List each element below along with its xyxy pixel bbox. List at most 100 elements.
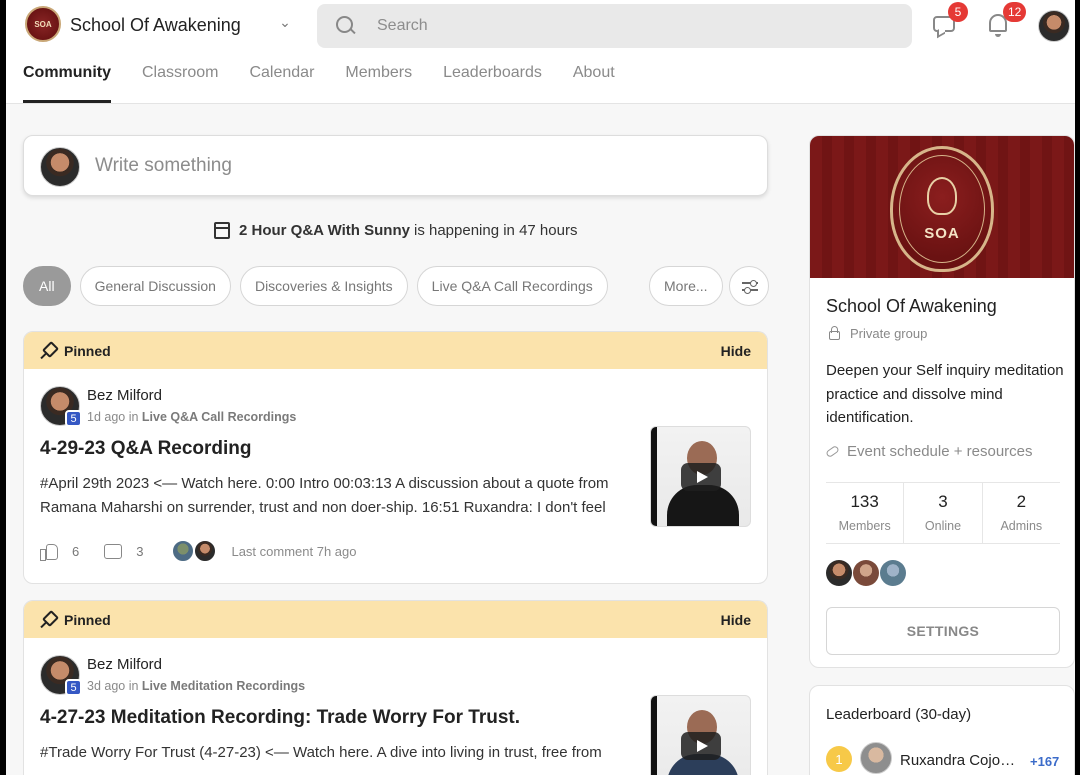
member-avatar[interactable] <box>853 560 879 586</box>
tab-calendar[interactable]: Calendar <box>249 64 314 103</box>
author-name[interactable]: Bez Milford <box>87 387 162 404</box>
stat-members[interactable]: 133 Members <box>826 483 905 543</box>
event-time: is happening in 47 hours <box>413 222 578 239</box>
app-frame: SOA School Of Awakening ⌄ 5 12 Community… <box>6 0 1075 775</box>
last-comment: Last comment 7h ago <box>231 543 357 559</box>
search-input[interactable] <box>377 17 877 35</box>
post-composer[interactable]: Write something <box>23 135 768 196</box>
post-body: #Trade Worry For Trust (4-27-23) <— Watc… <box>40 744 602 761</box>
category-filters: All General Discussion Discoveries & Ins… <box>23 266 617 306</box>
chip-discoveries-insights[interactable]: Discoveries & Insights <box>239 266 408 306</box>
comment-icon[interactable] <box>104 543 123 559</box>
nav-tabs: Community Classroom Calendar Members Lea… <box>23 64 646 103</box>
pinned-bar: Pinned Hide <box>24 332 767 369</box>
composer-avatar <box>40 147 80 187</box>
post-meta: 1d ago in Live Q&A Call Recordings <box>87 410 296 424</box>
sliders-icon-line <box>742 287 758 294</box>
video-thumbnail[interactable] <box>650 426 751 527</box>
event-title[interactable]: 2 Hour Q&A With Sunny <box>239 222 410 239</box>
pinned-label: Pinned <box>64 342 111 359</box>
post-actions: 6 3 Last comment 7h ago <box>40 539 357 563</box>
post-category[interactable]: Live Meditation Recordings <box>142 679 305 693</box>
member-avatar[interactable] <box>826 560 852 586</box>
search-bar[interactable] <box>317 4 912 48</box>
post-category[interactable]: Live Q&A Call Recordings <box>142 410 296 424</box>
play-icon[interactable] <box>681 463 721 491</box>
chip-general-discussion[interactable]: General Discussion <box>79 266 231 306</box>
comment-count: 3 <box>136 543 144 559</box>
stat-label: Members <box>838 519 891 533</box>
meditation-icon <box>927 177 957 215</box>
logo-text: SOA <box>34 19 52 29</box>
tab-about[interactable]: About <box>573 64 615 103</box>
calendar-icon <box>214 222 230 239</box>
commenter-avatar[interactable] <box>193 539 218 563</box>
hide-button[interactable]: Hide <box>721 612 751 628</box>
leaderboard-title: Leaderboard (30-day) <box>826 706 972 723</box>
notifications-button[interactable]: 12 <box>983 2 1027 40</box>
group-info-card: SOA School Of Awakening Private group De… <box>809 135 1075 668</box>
pin-icon <box>40 343 56 359</box>
thumb-person-body <box>667 485 739 526</box>
resources-label[interactable]: Event schedule + resources <box>847 443 1033 460</box>
group-name[interactable]: School Of Awakening <box>70 15 241 36</box>
post-meta: 3d ago in Live Meditation Recordings <box>87 679 305 693</box>
group-description: Deepen your Self inquiry meditation prac… <box>826 362 1064 426</box>
rank-badge: 1 <box>826 746 852 772</box>
level-badge: 5 <box>65 679 82 696</box>
chat-button[interactable]: 5 <box>929 2 968 40</box>
post-title[interactable]: 4-27-23 Meditation Recording: Trade Worr… <box>40 707 520 729</box>
lock-icon <box>829 326 840 340</box>
stat-admins[interactable]: 2 Admins <box>983 483 1060 543</box>
group-emblem: SOA <box>890 146 994 272</box>
chip-all[interactable]: All <box>23 266 71 306</box>
tab-classroom[interactable]: Classroom <box>142 64 218 103</box>
stat-value: 3 <box>938 492 948 511</box>
member-avatars <box>826 560 907 586</box>
post-card[interactable]: Pinned Hide 5 Bez Milford 1d ago in Live… <box>23 331 768 584</box>
user-avatar[interactable] <box>1038 10 1070 42</box>
post-body: #April 29th 2023 <— Watch here. 0:00 Int… <box>40 475 609 516</box>
like-icon[interactable] <box>40 543 58 561</box>
leaderboard-card: Leaderboard (30-day) 1 Ruxandra Cojocaru… <box>809 685 1075 775</box>
emblem-text: SOA <box>924 225 960 242</box>
search-icon <box>335 15 357 37</box>
chevron-down-icon[interactable]: ⌄ <box>276 14 294 32</box>
composer-placeholder[interactable]: Write something <box>95 155 232 177</box>
filter-settings-button[interactable] <box>729 266 769 306</box>
notifications-badge: 12 <box>1003 2 1027 22</box>
group-stats: 133 Members 3 Online 2 Admins <box>826 482 1060 544</box>
leader-avatar[interactable] <box>860 742 892 774</box>
post-title[interactable]: 4-29-23 Q&A Recording <box>40 438 252 460</box>
thumb-frame <box>651 696 657 775</box>
member-avatar[interactable] <box>880 560 906 586</box>
sliders-icon <box>742 280 758 287</box>
upcoming-event[interactable]: 2 Hour Q&A With Sunny is happening in 47… <box>214 222 577 239</box>
pinned-bar: Pinned Hide <box>24 601 767 638</box>
level-badge: 5 <box>65 410 82 427</box>
post-card[interactable]: Pinned Hide 5 Bez Milford 3d ago in Live… <box>23 600 768 775</box>
stat-value: 133 <box>850 492 879 511</box>
commenter-avatar[interactable] <box>171 539 196 563</box>
pinned-label: Pinned <box>64 611 111 628</box>
stat-value: 2 <box>1016 492 1027 511</box>
leader-name[interactable]: Ruxandra Cojocaru <box>900 752 1022 769</box>
chip-live-qa-recordings[interactable]: Live Q&A Call Recordings <box>416 266 608 306</box>
privacy-label: Private group <box>850 326 928 341</box>
author-name[interactable]: Bez Milford <box>87 656 162 673</box>
video-thumbnail[interactable] <box>650 695 751 775</box>
tab-community[interactable]: Community <box>23 64 111 103</box>
sidebar-group-name: School Of Awakening <box>826 296 997 316</box>
thumb-frame <box>651 427 657 526</box>
play-icon[interactable] <box>681 732 721 760</box>
tab-members[interactable]: Members <box>345 64 412 103</box>
group-logo[interactable]: SOA <box>25 6 61 42</box>
group-cover: SOA <box>810 136 1074 278</box>
resources-link[interactable]: Event schedule + resources <box>825 443 1033 460</box>
stat-online[interactable]: 3 Online <box>904 483 983 543</box>
tab-leaderboards[interactable]: Leaderboards <box>443 64 542 103</box>
settings-button[interactable]: SETTINGS <box>826 607 1060 655</box>
chip-more[interactable]: More... <box>649 266 723 306</box>
hide-button[interactable]: Hide <box>721 343 751 359</box>
link-icon <box>825 444 840 459</box>
